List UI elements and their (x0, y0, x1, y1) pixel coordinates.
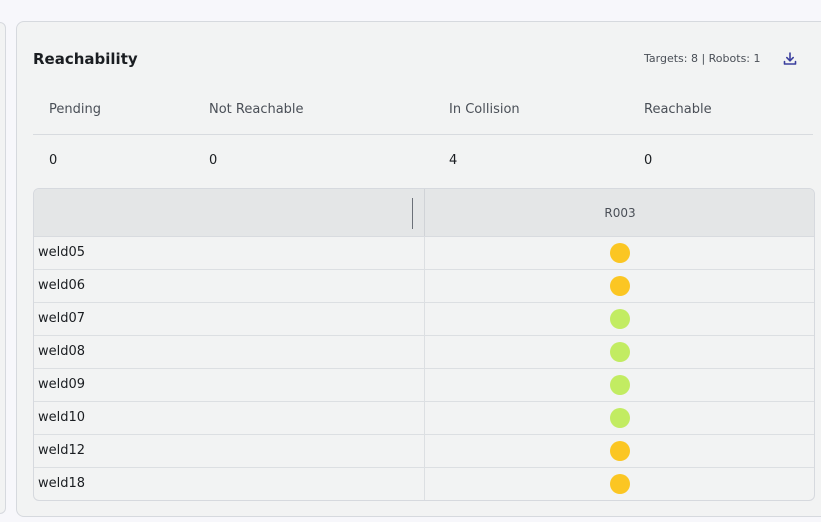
target-name: weld10 (38, 410, 86, 425)
status-cell[interactable] (425, 369, 814, 401)
status-reachable-indicator (610, 375, 630, 395)
status-cell[interactable] (425, 270, 814, 302)
table-row[interactable]: weld12 (34, 435, 814, 468)
status-reachable-indicator (610, 408, 630, 428)
summary-header-not-reachable: Not Reachable (209, 102, 304, 117)
reachability-card: Reachability Targets: 8 | Robots: 1 Pend… (16, 21, 821, 517)
status-reachable-indicator (610, 342, 630, 362)
status-cell[interactable] (425, 336, 814, 368)
target-name: weld07 (38, 311, 86, 326)
summary-header-row: Pending Not Reachable In Collision Reach… (33, 102, 813, 135)
target-name: weld06 (38, 278, 86, 293)
grid-header: R003 (34, 189, 814, 237)
status-cell[interactable] (425, 402, 814, 434)
reachability-grid: R003 weld05 weld06 weld07 weld08 weld09 weld1… (33, 188, 815, 501)
target-name: weld09 (38, 377, 86, 392)
targets-robots-count: Targets: 8 | Robots: 1 (644, 52, 761, 65)
status-cell[interactable] (425, 303, 814, 335)
target-name: weld18 (38, 476, 86, 491)
status-cell[interactable] (425, 435, 814, 467)
grid-header-robot[interactable]: R003 (425, 189, 814, 236)
summary-header-reachable: Reachable (644, 102, 712, 117)
table-row[interactable]: weld18 (34, 468, 814, 500)
download-button[interactable] (781, 50, 799, 68)
target-name: weld05 (38, 245, 86, 260)
target-name: weld12 (38, 443, 86, 458)
status-cell[interactable] (425, 468, 814, 500)
target-name: weld08 (38, 344, 86, 359)
status-collision-indicator (610, 276, 630, 296)
side-panel-edge (0, 22, 6, 514)
summary-values-row: 0 0 4 0 (33, 153, 813, 173)
download-icon (783, 52, 797, 65)
table-row[interactable]: weld08 (34, 336, 814, 369)
table-row[interactable]: weld10 (34, 402, 814, 435)
table-row[interactable]: weld06 (34, 270, 814, 303)
table-row[interactable]: weld07 (34, 303, 814, 336)
summary-header-in-collision: In Collision (449, 102, 520, 117)
status-reachable-indicator (610, 309, 630, 329)
summary-header-pending: Pending (49, 102, 101, 117)
status-cell[interactable] (425, 237, 814, 269)
summary-value-in-collision: 4 (449, 153, 458, 168)
summary-value-pending: 0 (49, 153, 58, 168)
status-collision-indicator (610, 441, 630, 461)
column-resize-handle[interactable] (412, 198, 413, 229)
status-collision-indicator (610, 243, 630, 263)
summary-value-not-reachable: 0 (209, 153, 218, 168)
table-row[interactable]: weld05 (34, 237, 814, 270)
card-title: Reachability (33, 50, 138, 68)
grid-rows: weld05 weld06 weld07 weld08 weld09 weld10 weld… (34, 237, 814, 500)
table-row[interactable]: weld09 (34, 369, 814, 402)
summary-value-reachable: 0 (644, 153, 653, 168)
status-collision-indicator (610, 474, 630, 494)
